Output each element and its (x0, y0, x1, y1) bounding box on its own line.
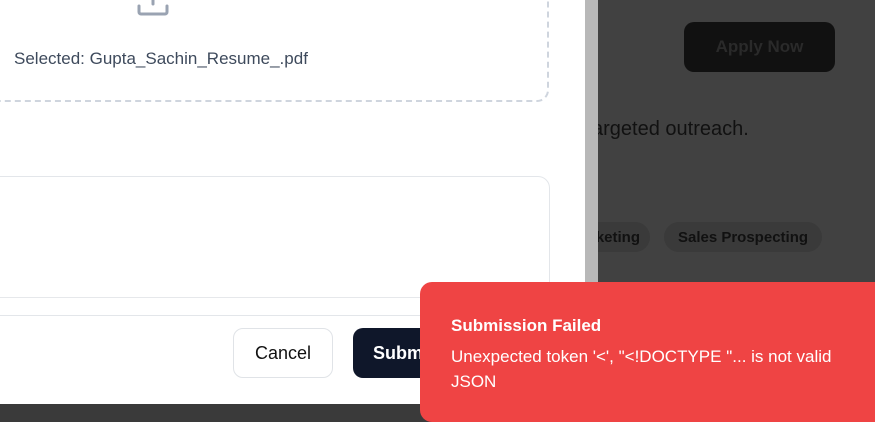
toast-title: Submission Failed (451, 316, 602, 335)
cancel-button[interactable]: Cancel (233, 328, 333, 378)
selected-file-label: Selected: Gupta_Sachin_Resume_.pdf (14, 49, 308, 68)
error-toast[interactable]: Submission Failed Unexpected token '<', … (420, 282, 875, 422)
skill-tag: Sales Prospecting (664, 222, 822, 252)
apply-now-button[interactable]: Apply Now (684, 22, 835, 72)
job-description-text: argeted outreach. (592, 118, 749, 140)
toast-message: Unexpected token '<', "<!DOCTYPE "... is… (451, 347, 832, 391)
upload-icon (137, 0, 169, 16)
